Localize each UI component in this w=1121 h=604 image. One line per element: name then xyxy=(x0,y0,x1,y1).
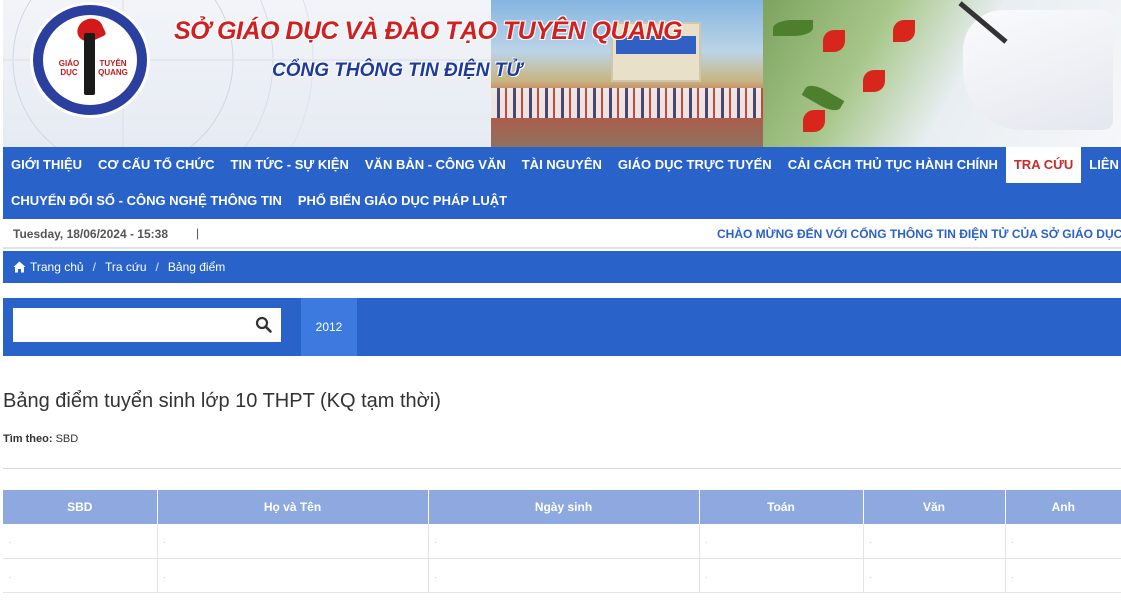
menu-item-lien-he[interactable]: LIÊN HỆ xyxy=(1081,147,1121,183)
logo-inner: GIÁO DỤC TUYÊN QUANG xyxy=(43,14,137,105)
menu-item-van-ban-cong-van[interactable]: VĂN BẢN - CÔNG VĂN xyxy=(357,147,514,183)
flower-icon xyxy=(823,30,845,52)
divider xyxy=(3,468,1121,469)
search-filter: Tìm theo: SBD xyxy=(3,433,78,445)
breadcrumb-home-label: Trang chủ xyxy=(30,260,84,274)
flower-icon xyxy=(803,110,825,132)
column-header-anh[interactable]: Anh xyxy=(1005,490,1121,524)
column-header-van[interactable]: Văn xyxy=(863,490,1006,524)
logo-text-left: GIÁO DỤC xyxy=(58,59,80,77)
breadcrumb-separator: / xyxy=(155,260,159,274)
results-table: SBD Họ và Tên Ngày sinh Toán Văn Anh . .… xyxy=(3,490,1121,593)
cell-anh: . xyxy=(1005,524,1121,559)
current-datetime: Tuesday, 18/06/2024 - 15:38 xyxy=(13,227,168,241)
menu-item-tin-tuc-su-kien[interactable]: TIN TỨC - SỰ KIỆN xyxy=(223,147,357,183)
menu-row-2: CHUYỂN ĐỔI SỐ - CÔNG NGHỆ THÔNG TIN PHỔ … xyxy=(3,183,515,219)
search-input[interactable] xyxy=(13,308,245,342)
menu-item-tra-cuu[interactable]: TRA CỨU xyxy=(1005,147,1082,183)
breadcrumb: Trang chủ / Tra cứu / Bảng điểm xyxy=(3,251,1121,283)
menu-item-giao-duc-truc-tuyen[interactable]: GIÁO DỤC TRỰC TUYẾN xyxy=(610,147,780,183)
table-header-row: SBD Họ và Tên Ngày sinh Toán Văn Anh xyxy=(3,490,1121,524)
site-title: SỞ GIÁO DỤC VÀ ĐÀO TẠO TUYÊN QUANG xyxy=(174,17,683,45)
flower-icon xyxy=(893,20,915,42)
cell-ngay-sinh: . xyxy=(428,524,700,559)
welcome-marquee: CHÀO MỪNG ĐẾN VỚI CỔNG THÔNG TIN ĐIỆN TỬ… xyxy=(717,227,1121,241)
filter-label: Tìm theo: xyxy=(3,433,53,445)
header-banner: GIÁO DỤC TUYÊN QUANG SỞ GIÁO DỤC VÀ ĐÀO … xyxy=(3,0,1121,147)
cell-van: . xyxy=(863,524,1006,559)
flower-icon xyxy=(863,70,885,92)
site-subtitle: CỔNG THÔNG TIN ĐIỆN TỬ xyxy=(272,60,522,81)
logo-text-right: TUYÊN QUANG xyxy=(98,59,128,77)
table-row: . . . . . . xyxy=(3,558,1121,593)
menu-item-pho-bien-phap-luat[interactable]: PHỔ BIẾN GIÁO DỤC PHÁP LUẬT xyxy=(290,183,515,219)
column-header-ngay-sinh[interactable]: Ngày sinh xyxy=(428,490,700,524)
column-header-ho-va-ten[interactable]: Họ và Tên xyxy=(157,490,429,524)
search-bar: 2012 xyxy=(3,298,1121,356)
table-row: . . . . . . xyxy=(3,524,1121,559)
filter-value: SBD xyxy=(55,433,79,445)
cell-ngay-sinh: . xyxy=(428,558,700,593)
menu-row-1: GIỚI THIỆU CƠ CẤU TỔ CHỨC TIN TỨC - SỰ K… xyxy=(3,147,1121,183)
search-box xyxy=(13,308,281,342)
date-bar: Tuesday, 18/06/2024 - 15:38 | CHÀO MỪNG … xyxy=(3,219,1121,249)
cell-toan: . xyxy=(699,524,864,559)
menu-item-gioi-thieu[interactable]: GIỚI THIỆU xyxy=(3,147,90,183)
year-tab-2012[interactable]: 2012 xyxy=(301,298,357,356)
cell-sbd: . xyxy=(3,524,158,559)
breadcrumb-tra-cuu[interactable]: Tra cứu xyxy=(105,260,147,274)
cell-sbd: . xyxy=(3,558,158,593)
menu-item-co-cau-to-chuc[interactable]: CƠ CẤU TỔ CHỨC xyxy=(90,147,222,183)
cell-anh: . xyxy=(1005,558,1121,593)
breadcrumb-separator: / xyxy=(92,260,96,274)
home-icon xyxy=(13,261,26,273)
datebar-separator: | xyxy=(196,226,200,240)
cell-ho-va-ten: . xyxy=(157,558,429,593)
cell-ho-va-ten: . xyxy=(157,524,429,559)
column-header-toan[interactable]: Toán xyxy=(699,490,864,524)
leaf-icon xyxy=(773,20,813,36)
menu-item-chuyen-doi-so[interactable]: CHUYỂN ĐỔI SỐ - CÔNG NGHỆ THÔNG TIN xyxy=(3,183,290,219)
torch-icon xyxy=(84,33,95,95)
flower-photo xyxy=(763,0,1121,147)
site-logo[interactable]: GIÁO DỤC TUYÊN QUANG xyxy=(30,2,150,118)
cell-toan: . xyxy=(699,558,864,593)
menu-item-tai-nguyen[interactable]: TÀI NGUYÊN xyxy=(514,147,610,183)
main-menu: GIỚI THIỆU CƠ CẤU TỔ CHỨC TIN TỨC - SỰ K… xyxy=(3,147,1121,219)
search-icon[interactable] xyxy=(255,316,273,334)
page-title: Bảng điểm tuyển sinh lớp 10 THPT (KQ tạm… xyxy=(3,390,441,412)
cell-van: . xyxy=(863,558,1006,593)
menu-item-cai-cach-thu-tuc[interactable]: CẢI CÁCH THỦ TỤC HÀNH CHÍNH xyxy=(780,147,1006,183)
breadcrumb-bang-diem[interactable]: Bảng điểm xyxy=(168,260,225,274)
column-header-sbd[interactable]: SBD xyxy=(3,490,158,524)
breadcrumb-home[interactable]: Trang chủ xyxy=(13,260,84,274)
